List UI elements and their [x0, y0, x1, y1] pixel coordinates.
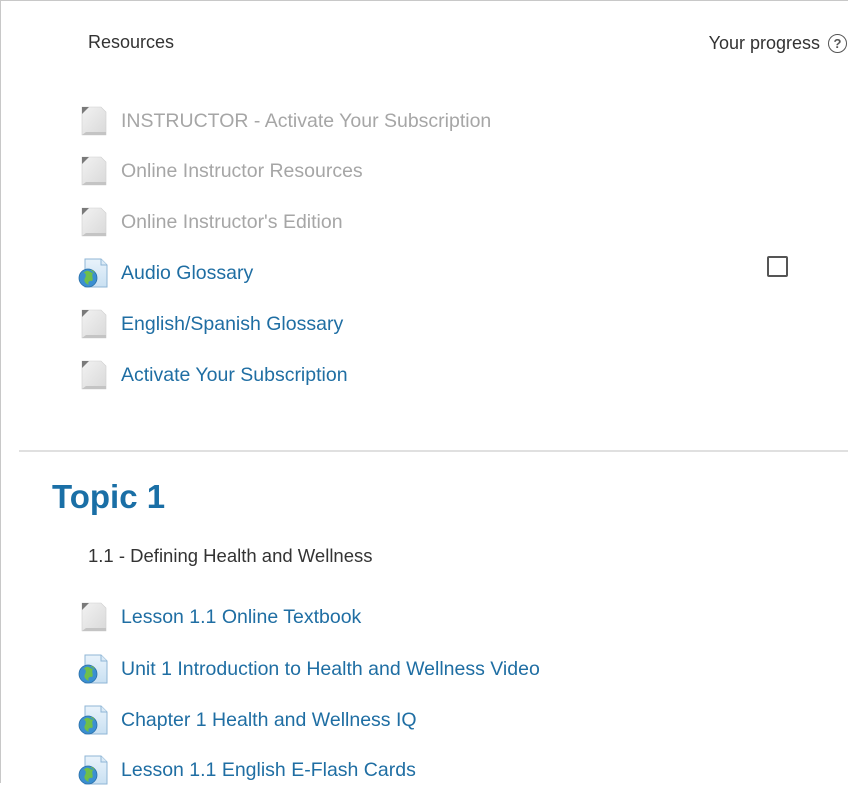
help-icon[interactable]: ? — [828, 34, 847, 53]
course-content-frame: Resources Your progress ? INSTRUCTOR - A… — [0, 0, 848, 783]
activity-label: INSTRUCTOR - Activate Your Subscription — [121, 109, 492, 132]
activity-instructor-activate-subscription[interactable]: INSTRUCTOR - Activate Your Subscription — [77, 104, 491, 138]
activity-label: Lesson 1.1 Online Textbook — [121, 605, 362, 628]
page-icon — [77, 155, 109, 187]
activity-label: Unit 1 Introduction to Health and Wellne… — [121, 657, 540, 680]
url-globe-icon — [77, 754, 109, 786]
activity-activate-your-subscription[interactable]: Activate Your Subscription — [77, 358, 348, 392]
activity-label: Online Instructor Resources — [121, 159, 363, 182]
section-divider — [19, 450, 848, 452]
activity-label: Lesson 1.1 English E-Flash Cards — [121, 758, 416, 781]
url-globe-icon — [77, 653, 109, 685]
activity-unit-intro-video[interactable]: Unit 1 Introduction to Health and Wellne… — [77, 652, 540, 686]
activity-label: Chapter 1 Health and Wellness IQ — [121, 708, 417, 731]
topic-title[interactable]: Topic 1 — [52, 478, 165, 516]
topic-subheading: 1.1 - Defining Health and Wellness — [88, 545, 373, 566]
page-icon — [77, 105, 109, 137]
activity-label: Activate Your Subscription — [121, 363, 348, 386]
page-icon — [77, 601, 109, 633]
activity-chapter-health-iq[interactable]: Chapter 1 Health and Wellness IQ — [77, 703, 417, 737]
completion-checkbox-audio-glossary[interactable] — [767, 256, 788, 277]
section-title-resources: Resources — [88, 32, 175, 52]
activity-lesson-flash-cards[interactable]: Lesson 1.1 English E-Flash Cards — [77, 753, 416, 787]
progress-label: Your progress — [708, 33, 820, 53]
activity-online-instructor-resources[interactable]: Online Instructor Resources — [77, 154, 363, 188]
page-icon — [77, 308, 109, 340]
activity-audio-glossary[interactable]: Audio Glossary — [77, 256, 253, 290]
activity-label: Audio Glossary — [121, 261, 254, 284]
activity-label: Online Instructor's Edition — [121, 210, 343, 233]
url-globe-icon — [77, 257, 109, 289]
progress-header: Your progress ? — [709, 33, 847, 54]
activity-label: English/Spanish Glossary — [121, 312, 344, 335]
url-globe-icon — [77, 704, 109, 736]
activity-online-instructors-edition[interactable]: Online Instructor's Edition — [77, 205, 343, 239]
page-icon — [77, 359, 109, 391]
section-resources: Resources Your progress ? INSTRUCTOR - A… — [1, 1, 848, 451]
activity-lesson-online-textbook[interactable]: Lesson 1.1 Online Textbook — [77, 600, 361, 634]
page-icon — [77, 206, 109, 238]
activity-english-spanish-glossary[interactable]: English/Spanish Glossary — [77, 307, 343, 341]
